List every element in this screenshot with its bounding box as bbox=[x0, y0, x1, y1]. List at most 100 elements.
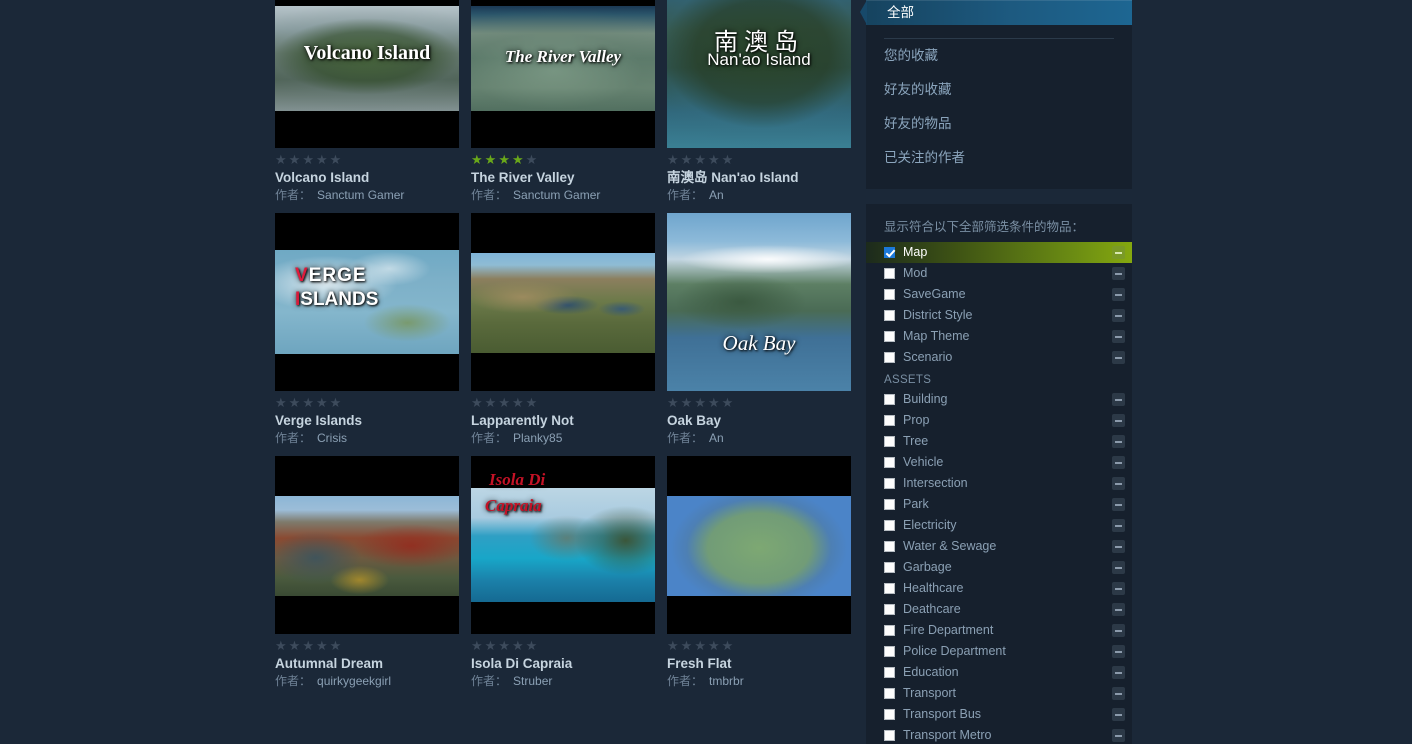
filter-row[interactable]: Tree bbox=[866, 431, 1132, 452]
item-thumbnail[interactable]: 南澳岛Nan'ao Island bbox=[667, 0, 851, 148]
filter-row[interactable]: SaveGame bbox=[866, 284, 1132, 305]
exclude-minus-icon[interactable] bbox=[1112, 267, 1125, 280]
author-name[interactable]: Struber bbox=[513, 674, 552, 688]
checkbox-icon[interactable] bbox=[884, 583, 895, 594]
checkbox-icon[interactable] bbox=[884, 415, 895, 426]
exclude-minus-icon[interactable] bbox=[1112, 351, 1125, 364]
exclude-minus-icon[interactable] bbox=[1112, 582, 1125, 595]
exclude-minus-icon[interactable] bbox=[1112, 498, 1125, 511]
checkbox-icon[interactable] bbox=[884, 541, 895, 552]
checkbox-icon[interactable] bbox=[884, 709, 895, 720]
filter-row[interactable]: Park bbox=[866, 494, 1132, 515]
workshop-item-card[interactable]: 南澳岛Nan'ao Island★★★★★南澳岛 Nan'ao Island作者… bbox=[667, 0, 851, 203]
exclude-minus-icon[interactable] bbox=[1112, 330, 1125, 343]
item-title[interactable]: Autumnal Dream bbox=[275, 656, 459, 672]
exclude-minus-icon[interactable] bbox=[1112, 540, 1125, 553]
filter-row[interactable]: Map Theme bbox=[866, 326, 1132, 347]
checkbox-icon[interactable] bbox=[884, 688, 895, 699]
filter-row[interactable]: Education bbox=[866, 662, 1132, 683]
exclude-minus-icon[interactable] bbox=[1112, 729, 1125, 742]
exclude-minus-icon[interactable] bbox=[1112, 666, 1125, 679]
filter-row[interactable]: Vehicle bbox=[866, 452, 1132, 473]
author-name[interactable]: Sanctum Gamer bbox=[317, 188, 404, 202]
workshop-item-card[interactable]: ★★★★★Autumnal Dream作者：quirkygeekgirl bbox=[275, 456, 459, 689]
author-name[interactable]: Sanctum Gamer bbox=[513, 188, 600, 202]
exclude-minus-icon[interactable] bbox=[1112, 456, 1125, 469]
exclude-minus-icon[interactable] bbox=[1112, 708, 1125, 721]
checkbox-icon[interactable] bbox=[884, 289, 895, 300]
checkbox-icon[interactable] bbox=[884, 478, 895, 489]
item-thumbnail[interactable]: Oak Bay bbox=[667, 213, 851, 391]
author-name[interactable]: Planky85 bbox=[513, 431, 562, 445]
filter-row[interactable]: Building bbox=[866, 389, 1132, 410]
checkbox-icon[interactable] bbox=[884, 499, 895, 510]
author-name[interactable]: An bbox=[709, 188, 724, 202]
item-title[interactable]: 南澳岛 Nan'ao Island bbox=[667, 170, 851, 186]
item-thumbnail[interactable]: VERGEISLANDS bbox=[275, 213, 459, 391]
workshop-item-card[interactable]: Oak Bay★★★★★Oak Bay作者：An bbox=[667, 213, 851, 446]
checkbox-icon[interactable] bbox=[884, 562, 895, 573]
filter-row[interactable]: District Style bbox=[866, 305, 1132, 326]
checkbox-icon[interactable] bbox=[884, 247, 895, 258]
filter-row[interactable]: Deathcare bbox=[866, 599, 1132, 620]
workshop-item-card[interactable]: VERGEISLANDS★★★★★Verge Islands作者：Crisis bbox=[275, 213, 459, 446]
item-title[interactable]: Lapparently Not bbox=[471, 413, 655, 429]
browse-link-4[interactable]: 已关注的作者 bbox=[866, 141, 1132, 175]
item-title[interactable]: Fresh Flat bbox=[667, 656, 851, 672]
workshop-item-card[interactable]: ★★★★★Fresh Flat作者：tmbrbr bbox=[667, 456, 851, 689]
filter-row[interactable]: Prop bbox=[866, 410, 1132, 431]
filter-row[interactable]: Transport Metro bbox=[866, 725, 1132, 744]
browse-tab-all[interactable]: 全部 bbox=[866, 0, 1132, 25]
filter-row[interactable]: Water & Sewage bbox=[866, 536, 1132, 557]
author-name[interactable]: Crisis bbox=[317, 431, 347, 445]
checkbox-icon[interactable] bbox=[884, 457, 895, 468]
browse-link-3[interactable]: 好友的物品 bbox=[866, 107, 1132, 141]
filter-row[interactable]: Map bbox=[866, 242, 1132, 263]
item-thumbnail[interactable] bbox=[471, 213, 655, 391]
filter-row[interactable]: Fire Department bbox=[866, 620, 1132, 641]
filter-row[interactable]: Scenario bbox=[866, 347, 1132, 368]
checkbox-icon[interactable] bbox=[884, 520, 895, 531]
author-name[interactable]: tmbrbr bbox=[709, 674, 744, 688]
checkbox-icon[interactable] bbox=[884, 667, 895, 678]
author-name[interactable]: An bbox=[709, 431, 724, 445]
checkbox-icon[interactable] bbox=[884, 646, 895, 657]
item-thumbnail[interactable]: The River Valley bbox=[471, 0, 655, 148]
filter-row[interactable]: Transport bbox=[866, 683, 1132, 704]
author-name[interactable]: quirkygeekgirl bbox=[317, 674, 391, 688]
exclude-minus-icon[interactable] bbox=[1112, 561, 1125, 574]
exclude-minus-icon[interactable] bbox=[1112, 246, 1125, 259]
item-thumbnail[interactable]: Isola DiCapraia bbox=[471, 456, 655, 634]
checkbox-icon[interactable] bbox=[884, 604, 895, 615]
checkbox-icon[interactable] bbox=[884, 331, 895, 342]
item-title[interactable]: Isola Di Capraia bbox=[471, 656, 655, 672]
browse-link-1[interactable]: 您的收藏 bbox=[866, 39, 1132, 73]
item-title[interactable]: The River Valley bbox=[471, 170, 655, 186]
exclude-minus-icon[interactable] bbox=[1112, 309, 1125, 322]
checkbox-icon[interactable] bbox=[884, 436, 895, 447]
exclude-minus-icon[interactable] bbox=[1112, 624, 1125, 637]
exclude-minus-icon[interactable] bbox=[1112, 519, 1125, 532]
browse-link-2[interactable]: 好友的收藏 bbox=[866, 73, 1132, 107]
filter-row[interactable]: Electricity bbox=[866, 515, 1132, 536]
exclude-minus-icon[interactable] bbox=[1112, 288, 1125, 301]
workshop-item-card[interactable]: ★★★★★Lapparently Not作者：Planky85 bbox=[471, 213, 655, 446]
checkbox-icon[interactable] bbox=[884, 730, 895, 741]
workshop-item-card[interactable]: Volcano Island★★★★★Volcano Island作者：Sanc… bbox=[275, 0, 459, 203]
checkbox-icon[interactable] bbox=[884, 310, 895, 321]
item-title[interactable]: Oak Bay bbox=[667, 413, 851, 429]
item-title[interactable]: Verge Islands bbox=[275, 413, 459, 429]
item-thumbnail[interactable]: Volcano Island bbox=[275, 0, 459, 148]
checkbox-icon[interactable] bbox=[884, 394, 895, 405]
exclude-minus-icon[interactable] bbox=[1112, 393, 1125, 406]
exclude-minus-icon[interactable] bbox=[1112, 477, 1125, 490]
filter-row[interactable]: Mod bbox=[866, 263, 1132, 284]
exclude-minus-icon[interactable] bbox=[1112, 414, 1125, 427]
exclude-minus-icon[interactable] bbox=[1112, 687, 1125, 700]
filter-row[interactable]: Healthcare bbox=[866, 578, 1132, 599]
checkbox-icon[interactable] bbox=[884, 352, 895, 363]
item-title[interactable]: Volcano Island bbox=[275, 170, 459, 186]
item-thumbnail[interactable] bbox=[667, 456, 851, 634]
filter-row[interactable]: Transport Bus bbox=[866, 704, 1132, 725]
workshop-item-card[interactable]: The River Valley★★★★★The River Valley作者：… bbox=[471, 0, 655, 203]
